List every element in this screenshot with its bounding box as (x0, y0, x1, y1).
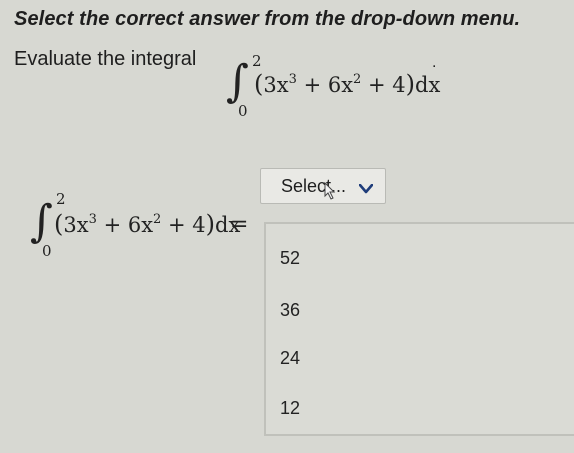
trailing-period: . (432, 54, 437, 71)
answer-dropdown[interactable]: Select... (260, 168, 386, 204)
integral-lower-limit: 0 (42, 242, 52, 260)
integral-upper-limit: 2 (252, 52, 262, 70)
integral-symbol: ∫ (30, 196, 53, 247)
integral-symbol: ∫ (226, 56, 249, 107)
answer-integral: ∫ 2 0 (3x3 + 6x2 + 4)dx = (30, 190, 270, 262)
integrand: (3x3 + 6x2 + 4)dx (54, 210, 241, 238)
dropdown-option[interactable]: 12 (280, 398, 300, 419)
integrand: (3x3 + 6x2 + 4)dx (254, 70, 441, 98)
instruction-text: Select the correct answer from the drop-… (14, 8, 521, 30)
dropdown-options-list: 52 36 24 12 (264, 222, 574, 436)
dropdown-option[interactable]: 24 (280, 348, 300, 369)
chevron-down-icon[interactable] (358, 181, 374, 199)
integral-upper-limit: 2 (56, 190, 66, 208)
dropdown-option[interactable]: 52 (280, 248, 300, 269)
question-integral: ∫ 2 0 (3x3 + 6x2 + 4)dx (226, 52, 446, 122)
integral-lower-limit: 0 (238, 102, 248, 120)
mouse-cursor-icon (323, 181, 339, 205)
dropdown-option[interactable]: 36 (280, 300, 300, 321)
question-prompt: Evaluate the integral (14, 48, 197, 70)
equals-sign: = (230, 212, 249, 237)
